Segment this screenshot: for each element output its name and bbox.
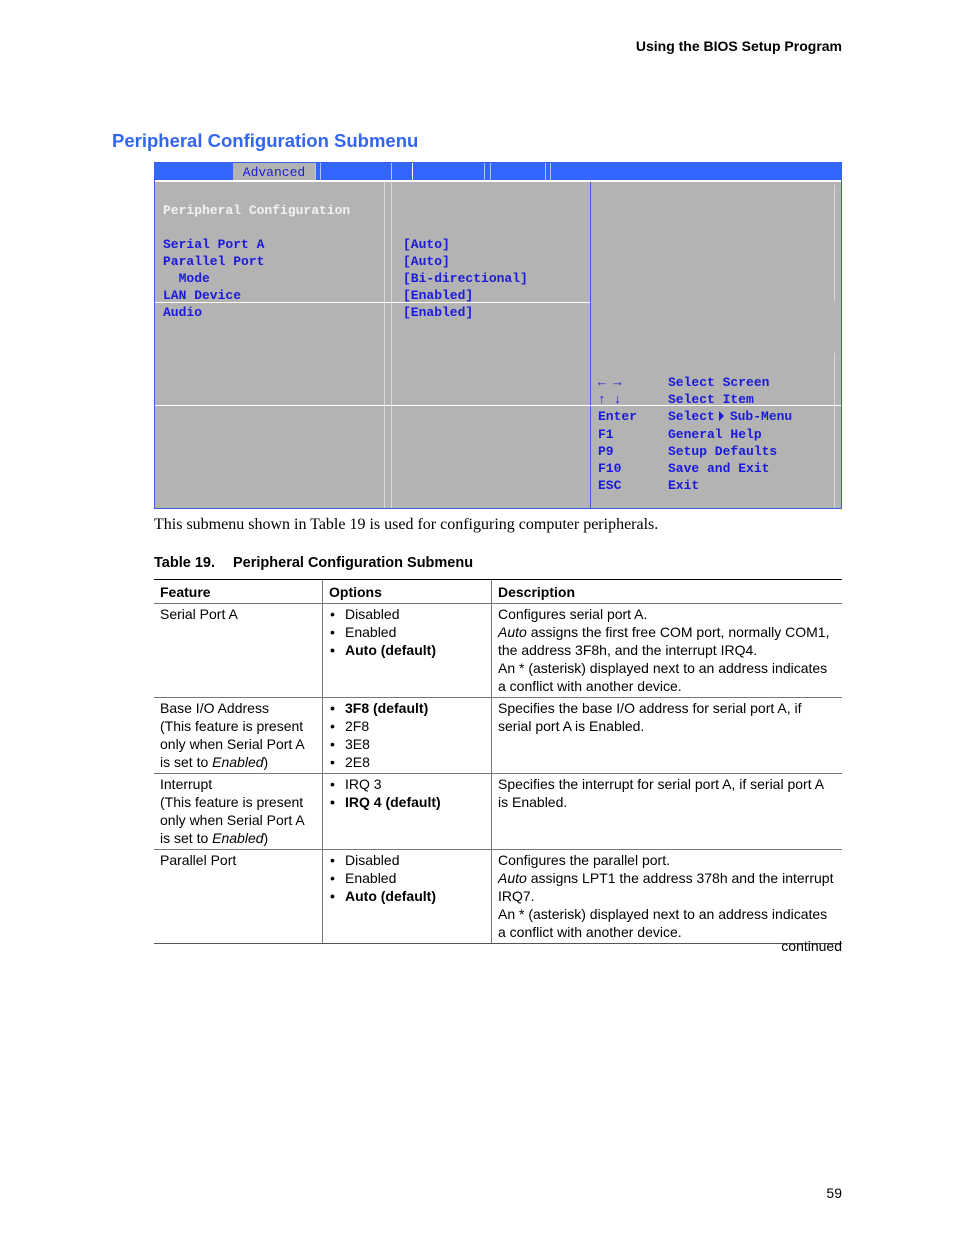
feature-note: (This feature is present only when Seria…: [160, 718, 304, 770]
table-header-row: Feature Options Description: [154, 579, 842, 604]
feature-cell: Parallel Port: [154, 849, 323, 944]
description-line: Auto assigns the first free COM port, no…: [498, 624, 830, 658]
description-line: Specifies the base I/O address for seria…: [498, 700, 802, 734]
option-item: Enabled: [329, 623, 485, 641]
bios-tab-advanced[interactable]: Advanced: [233, 163, 315, 180]
option-item: 2E8: [329, 753, 485, 771]
description-cell: Configures serial port A. Auto assigns th…: [491, 603, 842, 698]
key-name: Enter: [598, 409, 638, 425]
option-item: IRQ 4 (default): [329, 793, 485, 811]
table-caption: Table 19. Peripheral Configuration Subme…: [154, 555, 473, 571]
feature-cell: Base I/O Address (This feature is present…: [154, 697, 323, 774]
key-action: Exit: [668, 478, 700, 494]
bios-menubar: Advanced: [155, 163, 841, 182]
bios-item-label[interactable]: LAN Device: [163, 287, 241, 304]
key-help-row: F10 Save and Exit: [598, 460, 838, 477]
description-line: An * (asterisk) displayed next to an add…: [498, 906, 828, 940]
bios-screenshot: Advanced Peripheral Configuration Serial…: [154, 162, 842, 509]
feature-name: Base I/O Address: [160, 700, 269, 716]
header-options: Options: [322, 579, 492, 604]
header-description: Description: [491, 579, 842, 604]
description-cell: Specifies the base I/O address for seria…: [491, 697, 842, 774]
table-title: Peripheral Configuration Submenu: [233, 555, 474, 571]
key-action: Select Screen: [668, 375, 770, 390]
header-feature: Feature: [154, 579, 323, 604]
continued-label: continued: [781, 938, 842, 954]
bios-item-value[interactable]: [Enabled]: [403, 304, 473, 321]
description-line: Auto assigns LPT1 the address 378h and t…: [498, 870, 834, 904]
bios-item-value[interactable]: [Auto]: [403, 236, 450, 253]
feature-cell: Serial Port A: [154, 603, 323, 698]
table-number: Table 19.: [154, 555, 215, 571]
key-help-row: ↑ ↓ Select Item: [598, 391, 838, 408]
bios-item-label[interactable]: Serial Port A: [163, 236, 264, 253]
description-line: Configures serial port A.: [498, 606, 648, 622]
description-line: Configures the parallel port.: [498, 852, 670, 868]
feature-cell: Interrupt (This feature is present only w…: [154, 773, 323, 850]
table-row: Serial Port A DisabledEnabledAuto (defaul…: [154, 603, 842, 698]
key-help-row: ← → Select Screen: [598, 374, 838, 391]
option-item: 2F8: [329, 717, 485, 735]
option-item: Auto (default): [329, 641, 485, 659]
option-item: IRQ 3: [329, 775, 485, 793]
feature-note: (This feature is present only when Seria…: [160, 794, 304, 846]
key-action: Select Item: [668, 392, 754, 408]
options-cell: 3F8 (default)2F83E82E8: [322, 697, 492, 774]
key-name: F10: [598, 461, 622, 476]
key-action: General Help: [668, 426, 762, 442]
key-help-row: Enter Select Sub-Menu: [598, 408, 838, 425]
description-line: Specifies the interrupt for serial port …: [498, 776, 824, 810]
key-action-post: Sub-Menu: [729, 409, 793, 425]
bios-item-value[interactable]: [Bi-directional]: [403, 270, 528, 287]
key-name: ← →: [598, 375, 622, 390]
option-item: 3F8 (default): [329, 699, 485, 717]
key-name: ↑ ↓: [598, 392, 622, 408]
key-help-row: ESC Exit: [598, 477, 838, 494]
options-cell: DisabledEnabledAuto (default): [322, 849, 492, 944]
description-cell: Configures the parallel port. Auto assign…: [491, 849, 842, 944]
option-item: Disabled: [329, 605, 485, 623]
option-item: Enabled: [329, 869, 485, 887]
key-name: F1: [598, 426, 614, 442]
running-head: Using the BIOS Setup Program: [635, 38, 842, 54]
table-row: Interrupt (This feature is present only w…: [154, 773, 842, 850]
key-action: Select Sub-Menu: [668, 408, 792, 425]
option-item: Auto (default): [329, 887, 485, 905]
bios-item-label[interactable]: Audio: [163, 304, 202, 321]
key-name: ESC: [598, 478, 622, 494]
feature-name: Interrupt: [160, 776, 213, 792]
feature-name: Serial Port A: [160, 606, 238, 622]
key-action-pre: Select: [668, 409, 715, 425]
option-item: Disabled: [329, 851, 485, 869]
table-row: Parallel Port DisabledEnabledAuto (defaul…: [154, 849, 842, 944]
option-item: 3E8: [329, 735, 485, 753]
bios-item-value[interactable]: [Enabled]: [403, 287, 473, 304]
key-help-row: F1 General Help: [598, 426, 838, 443]
section-title: Peripheral Configuration Submenu: [112, 130, 419, 151]
options-cell: DisabledEnabledAuto (default): [322, 603, 492, 698]
bios-item-value[interactable]: [Auto]: [403, 253, 450, 270]
triangle-right-icon: [718, 411, 724, 422]
feature-name: Parallel Port: [160, 852, 237, 868]
key-name: P9: [598, 443, 614, 459]
table-row: Base I/O Address (This feature is present…: [154, 697, 842, 774]
key-action: Setup Defaults: [668, 443, 778, 459]
bios-heading: Peripheral Configuration: [163, 203, 351, 218]
description-line: An * (asterisk) displayed next to an add…: [498, 660, 828, 694]
intro-paragraph: This submenu shown in Table 19 is used f…: [154, 516, 659, 533]
options-cell: IRQ 3IRQ 4 (default): [322, 773, 492, 850]
key-help-row: P9 Setup Defaults: [598, 443, 838, 460]
bios-item-label[interactable]: Mode: [163, 270, 210, 287]
description-cell: Specifies the interrupt for serial port …: [491, 773, 842, 850]
bios-item-label[interactable]: Parallel Port: [163, 253, 264, 270]
key-action: Save and Exit: [668, 461, 770, 476]
page-number: 59: [826, 1185, 842, 1201]
peripheral-config-table: Feature Options Description Serial Port …: [154, 579, 842, 944]
